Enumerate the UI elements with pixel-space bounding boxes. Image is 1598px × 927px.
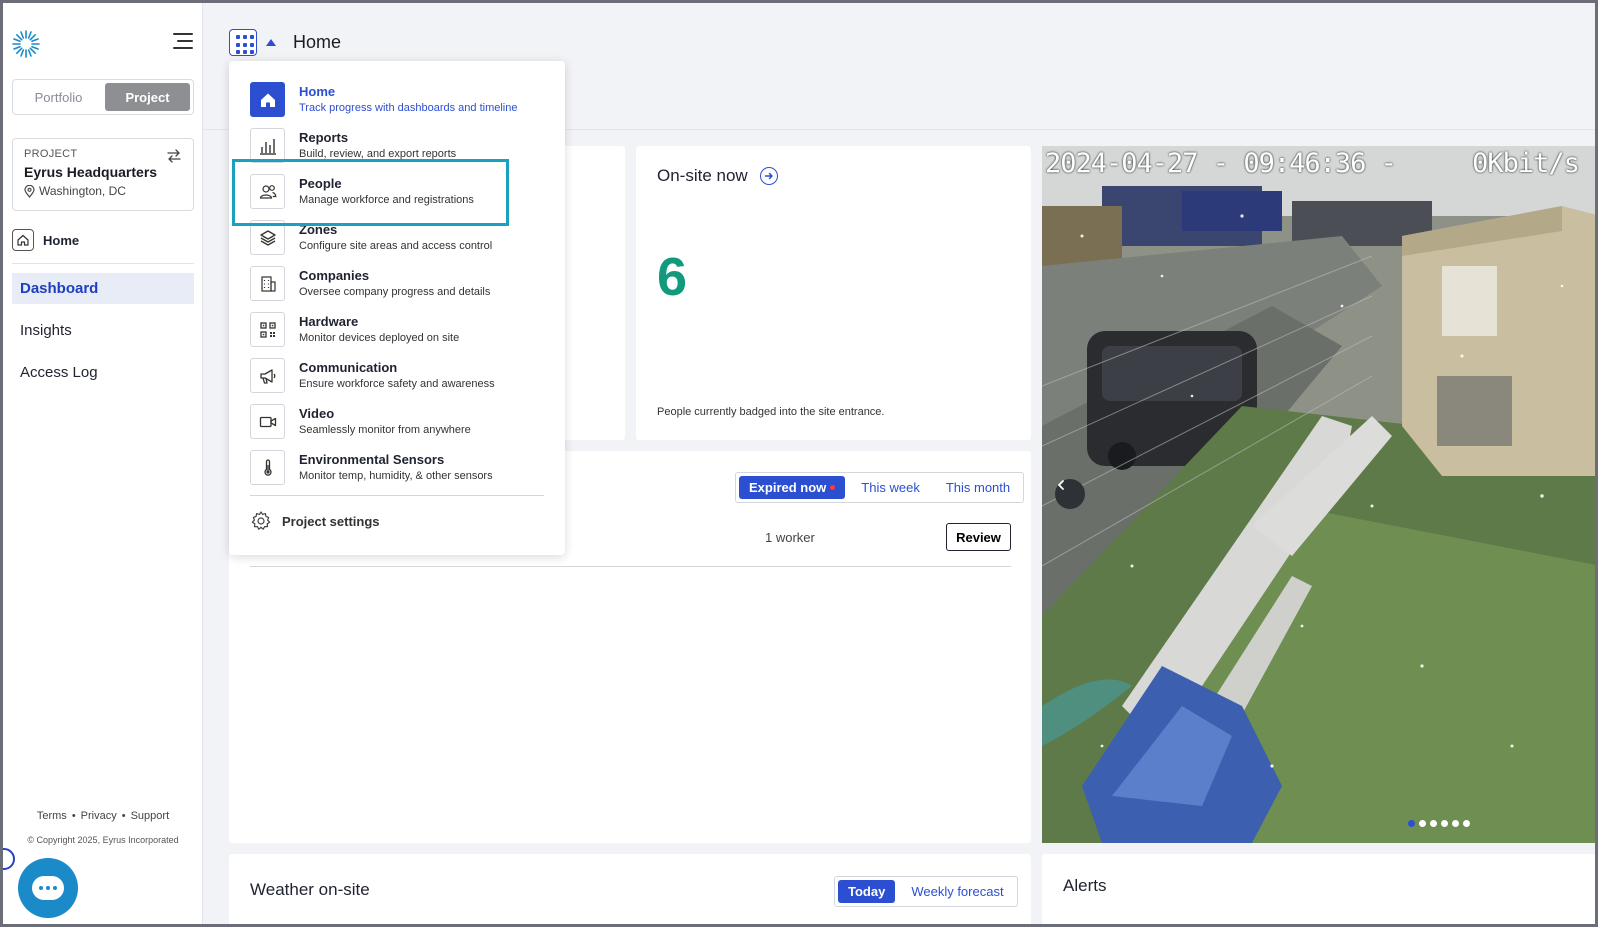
megaphone-icon bbox=[250, 358, 285, 393]
caret-up-icon[interactable] bbox=[266, 39, 276, 46]
sidebar: Portfolio Project PROJECT Eyrus Headquar… bbox=[3, 3, 203, 924]
thermometer-icon bbox=[250, 450, 285, 485]
copyright: © Copyright 2025, Eyrus Incorporated bbox=[27, 835, 179, 845]
page-title: Home bbox=[293, 32, 342, 52]
tab-portfolio[interactable]: Portfolio bbox=[16, 83, 101, 111]
alerts-card: Alerts bbox=[1042, 854, 1595, 924]
menu-item-desc: Track progress with dashboards and timel… bbox=[299, 102, 518, 114]
qr-code-icon bbox=[250, 312, 285, 347]
carousel-dot[interactable] bbox=[1419, 820, 1426, 827]
menu-item-communication[interactable]: Communication Ensure workforce safety and… bbox=[250, 358, 550, 398]
divider bbox=[250, 495, 544, 496]
footer-links: Terms • Privacy • Support bbox=[36, 810, 170, 822]
expiry-filter: Expired now This week This month bbox=[735, 472, 1025, 503]
carousel-dot[interactable] bbox=[1463, 820, 1470, 827]
project-settings-link[interactable]: Project settings bbox=[250, 510, 380, 532]
onsite-count: 6 bbox=[657, 247, 688, 307]
onsite-title: On-site now bbox=[657, 166, 748, 185]
tab-this-month[interactable]: This month bbox=[936, 476, 1020, 499]
menu-toggle-icon[interactable] bbox=[173, 33, 193, 49]
tab-project[interactable]: Project bbox=[105, 83, 190, 111]
menu-item-environmental-sensors[interactable]: Environmental Sensors Monitor temp, humid… bbox=[250, 450, 550, 490]
alert-dot-icon bbox=[830, 485, 836, 490]
support-link[interactable]: Support bbox=[131, 810, 170, 822]
project-location: Washington, DC bbox=[24, 184, 182, 198]
home-outline-icon bbox=[12, 229, 34, 251]
sunburst-logo-icon[interactable] bbox=[11, 29, 41, 59]
camera-timestamp: 2024-04-27 - 09:46:36 - 0Kbit/s bbox=[1045, 148, 1580, 179]
chat-support-button[interactable] bbox=[18, 858, 78, 918]
menu-item-title: Home bbox=[299, 84, 336, 99]
chevron-left-icon[interactable] bbox=[1055, 479, 1085, 509]
terms-link[interactable]: Terms bbox=[37, 810, 67, 822]
menu-item-video[interactable]: Video Seamlessly monitor from anywhere bbox=[250, 404, 550, 444]
tab-this-week[interactable]: This week bbox=[851, 476, 930, 499]
camera-feed[interactable]: 2024-04-27 - 09:46:36 - 0Kbit/s bbox=[1042, 146, 1595, 843]
onsite-card: On-site now 6 People currently badged in… bbox=[636, 146, 1031, 440]
project-selector[interactable]: PROJECT Eyrus Headquarters Washington, D… bbox=[12, 138, 194, 211]
video-camera-icon bbox=[250, 404, 285, 439]
app-launcher-menu: Home Track progress with dashboards and t… bbox=[229, 61, 565, 555]
onsite-header: On-site now bbox=[657, 166, 778, 186]
tab-today[interactable]: Today bbox=[838, 880, 896, 903]
privacy-link[interactable]: Privacy bbox=[81, 810, 117, 822]
menu-item-home[interactable]: Home Track progress with dashboards and t… bbox=[250, 82, 550, 122]
sidebar-item-access-log[interactable]: Access Log bbox=[12, 357, 194, 388]
tab-weekly-forecast[interactable]: Weekly forecast bbox=[901, 880, 1013, 903]
menu-item-title: Hardware bbox=[299, 314, 359, 329]
menu-item-hardware[interactable]: Hardware Monitor devices deployed on site bbox=[250, 312, 550, 352]
menu-item-desc: Oversee company progress and details bbox=[299, 286, 491, 298]
divider bbox=[12, 263, 194, 264]
menu-item-title: Communication bbox=[299, 360, 398, 375]
camera-image bbox=[1042, 146, 1595, 843]
alerts-title: Alerts bbox=[1063, 876, 1107, 895]
tab-expired-now-label: Expired now bbox=[749, 480, 827, 495]
chat-bubble-icon bbox=[32, 876, 64, 900]
carousel-dot[interactable] bbox=[1452, 820, 1459, 827]
swap-arrows-icon[interactable] bbox=[165, 147, 183, 165]
project-name: Eyrus Headquarters bbox=[24, 164, 158, 180]
location-pin-icon bbox=[24, 184, 35, 198]
sidebar-home-link[interactable]: Home bbox=[12, 229, 79, 251]
sidebar-home-label: Home bbox=[43, 232, 80, 248]
carousel-dot[interactable] bbox=[1441, 820, 1448, 827]
arrow-right-circle-icon[interactable] bbox=[759, 167, 778, 185]
project-location-text: Washington, DC bbox=[39, 184, 126, 198]
carousel-indicators bbox=[1408, 820, 1470, 827]
project-label: PROJECT bbox=[24, 148, 78, 160]
menu-item-zones[interactable]: Zones Configure site areas and access con… bbox=[250, 220, 550, 260]
menu-item-desc: Seamlessly monitor from anywhere bbox=[299, 424, 471, 436]
mode-switch: Portfolio Project bbox=[12, 79, 194, 115]
menu-item-title: Environmental Sensors bbox=[299, 452, 445, 467]
menu-item-desc: Configure site areas and access control bbox=[299, 240, 493, 252]
menu-item-desc: Ensure workforce safety and awareness bbox=[299, 378, 495, 390]
sidebar-item-insights[interactable]: Insights bbox=[12, 315, 194, 346]
highlight-box-people bbox=[232, 159, 509, 226]
menu-item-title: Reports bbox=[299, 130, 349, 145]
carousel-dot[interactable] bbox=[1430, 820, 1437, 827]
project-settings-label: Project settings bbox=[282, 513, 380, 529]
menu-item-desc: Monitor temp, humidity, & other sensors bbox=[299, 470, 493, 482]
weather-card: Weather on-site Today Weekly forecast bbox=[229, 854, 1031, 924]
building-icon bbox=[250, 266, 285, 301]
weather-filter: Today Weekly forecast bbox=[834, 876, 1018, 907]
worker-count: 1 worker bbox=[765, 530, 815, 545]
app-window: Portfolio Project PROJECT Eyrus Headquar… bbox=[0, 0, 1598, 927]
menu-item-companies[interactable]: Companies Oversee company progress and de… bbox=[250, 266, 550, 306]
menu-item-title: Video bbox=[299, 406, 335, 421]
tab-expired-now[interactable]: Expired now bbox=[739, 476, 846, 499]
carousel-dot[interactable] bbox=[1408, 820, 1415, 827]
home-icon bbox=[250, 82, 285, 117]
divider bbox=[250, 566, 1011, 567]
gear-icon bbox=[251, 511, 271, 530]
review-button[interactable]: Review bbox=[946, 523, 1011, 551]
app-launcher-button[interactable] bbox=[229, 29, 257, 56]
menu-item-title: Companies bbox=[299, 268, 370, 283]
weather-title: Weather on-site bbox=[250, 880, 370, 899]
sidebar-item-dashboard[interactable]: Dashboard bbox=[12, 273, 194, 304]
bar-chart-icon bbox=[250, 128, 285, 163]
menu-item-desc: Monitor devices deployed on site bbox=[299, 332, 460, 344]
onsite-description: People currently badged into the site en… bbox=[657, 406, 885, 418]
accessibility-handle-icon[interactable] bbox=[3, 848, 15, 870]
